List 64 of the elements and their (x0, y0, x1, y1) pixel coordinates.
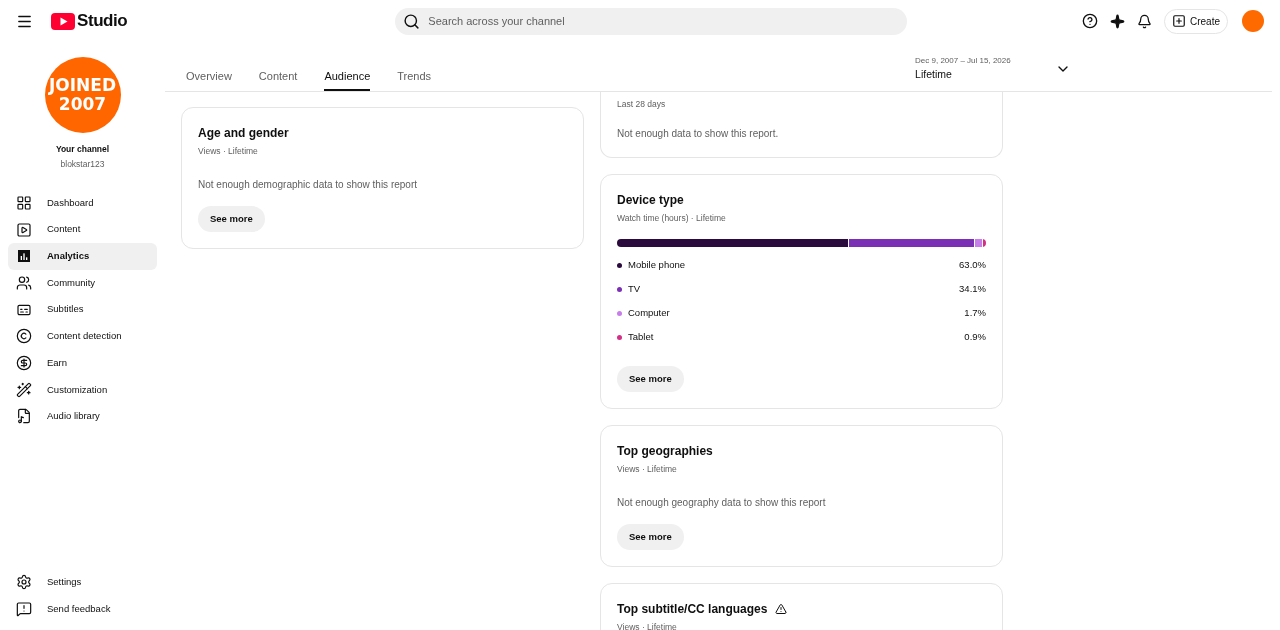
sidebar-item[interactable]: Community (8, 269, 157, 297)
notification-icon[interactable] (1137, 13, 1152, 29)
card-title: Age and gender (198, 125, 290, 142)
play-square-icon (16, 221, 32, 238)
copyright-icon (16, 328, 32, 345)
card-title: Top subtitle/CC languages (617, 600, 768, 618)
add-video-icon (1172, 14, 1186, 28)
dashboard-icon (16, 194, 32, 211)
date-range-selector[interactable]: Dec 9, 2007 – Jul 15, 2026 Lifetime (915, 42, 1072, 91)
avatar[interactable] (1242, 10, 1264, 32)
settings-icon (16, 573, 32, 590)
sidebar-item[interactable]: Content (8, 216, 157, 243)
device-name: Tablet (628, 329, 654, 344)
logo-text: Studio (77, 10, 128, 33)
search-field[interactable]: Search across your channel (395, 7, 908, 35)
tab[interactable]: Overview (186, 68, 232, 91)
search-input[interactable]: Search across your channel (428, 12, 900, 30)
sidebar-item[interactable]: Content detection (8, 322, 157, 350)
sidebar-item[interactable]: Audio library (8, 403, 157, 430)
sidebar-item[interactable]: Analytics (8, 242, 157, 270)
device-name: Computer (628, 305, 670, 320)
sparkle-icon[interactable] (1110, 13, 1125, 29)
card-subtitle: Views · Lifetime (198, 145, 259, 158)
search-icon (403, 12, 421, 30)
feedback-icon (16, 600, 32, 617)
empty-message: Not enough geography data to show this report (617, 495, 827, 510)
card-title: Top geographies (617, 442, 714, 460)
tab[interactable]: Trends (397, 68, 432, 91)
card-title: Device type (617, 191, 685, 209)
dollar-icon (16, 354, 32, 371)
device-percentage: 0.9% (964, 329, 986, 344)
tab[interactable]: Audience (324, 68, 371, 91)
device-name: Mobile phone (628, 257, 686, 272)
device-name: TV (628, 281, 641, 296)
help-icon[interactable] (1082, 13, 1098, 29)
warning-icon[interactable] (775, 602, 788, 615)
device-percentage: 1.7% (964, 305, 986, 320)
sidebar-item[interactable]: Earn (8, 349, 157, 377)
device-percentage: 34.1% (959, 281, 986, 296)
card-subtitle: Watch time (hours) · Lifetime (617, 211, 727, 225)
tab[interactable]: Content (258, 68, 298, 91)
channel-label: Your channel (55, 143, 110, 156)
sidebar-item[interactable]: Send feedback (8, 595, 157, 622)
device-percentage: 63.0% (959, 257, 986, 272)
see-more-button[interactable]: See more (198, 205, 265, 232)
card-subtitle: Views · Lifetime (617, 620, 678, 630)
empty-message: Not enough demographic data to show this report (198, 177, 419, 192)
avatar-text: JOINED (48, 76, 117, 95)
play-logo-icon (51, 12, 75, 30)
magic-wand-icon (16, 381, 32, 398)
avatar-text: 2007 (58, 95, 107, 114)
card-subtitle: Last 28 days (617, 98, 667, 111)
sidebar-item[interactable]: Settings (8, 568, 157, 596)
sidebar-item[interactable]: Customization (8, 376, 157, 403)
music-file-icon (16, 408, 32, 425)
channel-handle: blokstar123 (60, 157, 105, 171)
sidebar-item[interactable]: Dashboard (8, 189, 157, 217)
see-more-button[interactable]: See more (617, 365, 684, 392)
empty-message: Not enough data to show this report. (617, 126, 780, 141)
people-icon (16, 274, 32, 291)
card-subtitle: Views · Lifetime (617, 462, 678, 476)
bar-chart-icon (16, 248, 32, 265)
see-more-button[interactable]: See more (617, 523, 684, 550)
sidebar-item[interactable]: Subtitles (8, 296, 157, 323)
